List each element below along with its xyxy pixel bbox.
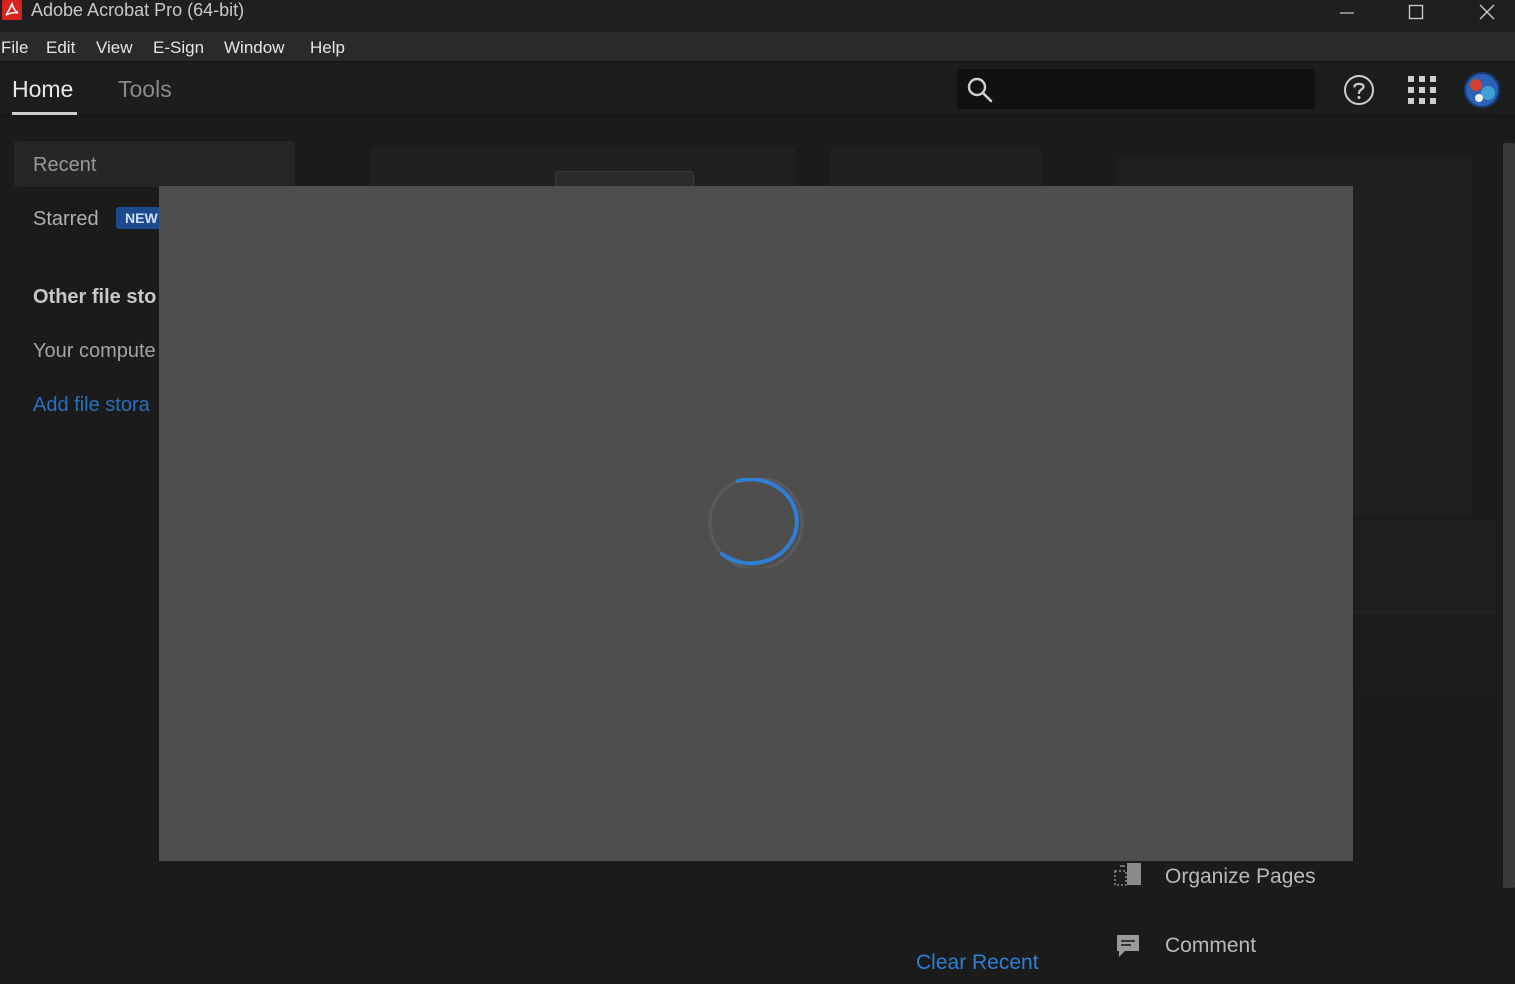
background-panel bbox=[1353, 612, 1496, 692]
tool-organize-pages[interactable]: Organize Pages bbox=[1165, 864, 1316, 890]
menu-esign[interactable]: E-Sign bbox=[153, 37, 204, 59]
sidebar-label-recent: Recent bbox=[33, 154, 97, 176]
background-panel bbox=[1353, 520, 1496, 612]
clear-recent-link[interactable]: Clear Recent bbox=[916, 950, 1039, 976]
sidebar-section-title: Other file sto bbox=[33, 286, 157, 308]
title-bar: Adobe Acrobat Pro (64-bit) bbox=[0, 0, 1515, 32]
comment-icon bbox=[1117, 935, 1139, 957]
close-button[interactable] bbox=[1464, 0, 1510, 24]
search-input[interactable] bbox=[957, 69, 1315, 109]
menu-help[interactable]: Help bbox=[310, 37, 345, 59]
minimize-button[interactable] bbox=[1324, 0, 1370, 24]
sidebar-item-starred[interactable]: Starred bbox=[33, 207, 99, 231]
apps-button[interactable] bbox=[1404, 72, 1440, 108]
menu-window[interactable]: Window bbox=[224, 37, 284, 59]
tab-home[interactable]: Home bbox=[12, 75, 73, 103]
tool-comment[interactable]: Comment bbox=[1165, 933, 1256, 959]
menu-file[interactable]: File bbox=[1, 37, 28, 59]
tab-home-underline bbox=[12, 112, 77, 115]
add-file-storage-link[interactable]: Add file stora bbox=[33, 393, 150, 417]
loading-dialog bbox=[159, 186, 1353, 861]
help-icon bbox=[1344, 75, 1374, 105]
menu-edit[interactable]: Edit bbox=[46, 37, 75, 59]
menu-view[interactable]: View bbox=[96, 37, 133, 59]
search-icon bbox=[967, 77, 993, 103]
tab-tools[interactable]: Tools bbox=[118, 75, 172, 103]
window-title: Adobe Acrobat Pro (64-bit) bbox=[31, 0, 245, 20]
close-icon bbox=[1479, 4, 1495, 20]
help-button[interactable] bbox=[1341, 72, 1377, 108]
sidebar-item-your-computer[interactable]: Your compute bbox=[33, 339, 156, 363]
maximize-button[interactable] bbox=[1393, 0, 1439, 24]
avatar-icon bbox=[1464, 72, 1500, 108]
maximize-icon bbox=[1408, 4, 1424, 20]
organize-pages-icon bbox=[1114, 863, 1141, 886]
loading-spinner-icon bbox=[708, 478, 804, 568]
acrobat-logo-icon bbox=[2, 0, 22, 20]
avatar[interactable] bbox=[1462, 70, 1502, 110]
scrollbar-thumb[interactable] bbox=[1503, 143, 1515, 888]
minimize-icon bbox=[1340, 12, 1354, 14]
apps-grid-icon bbox=[1408, 76, 1436, 104]
menu-bar: File Edit View E-Sign Window Help bbox=[0, 32, 1515, 62]
